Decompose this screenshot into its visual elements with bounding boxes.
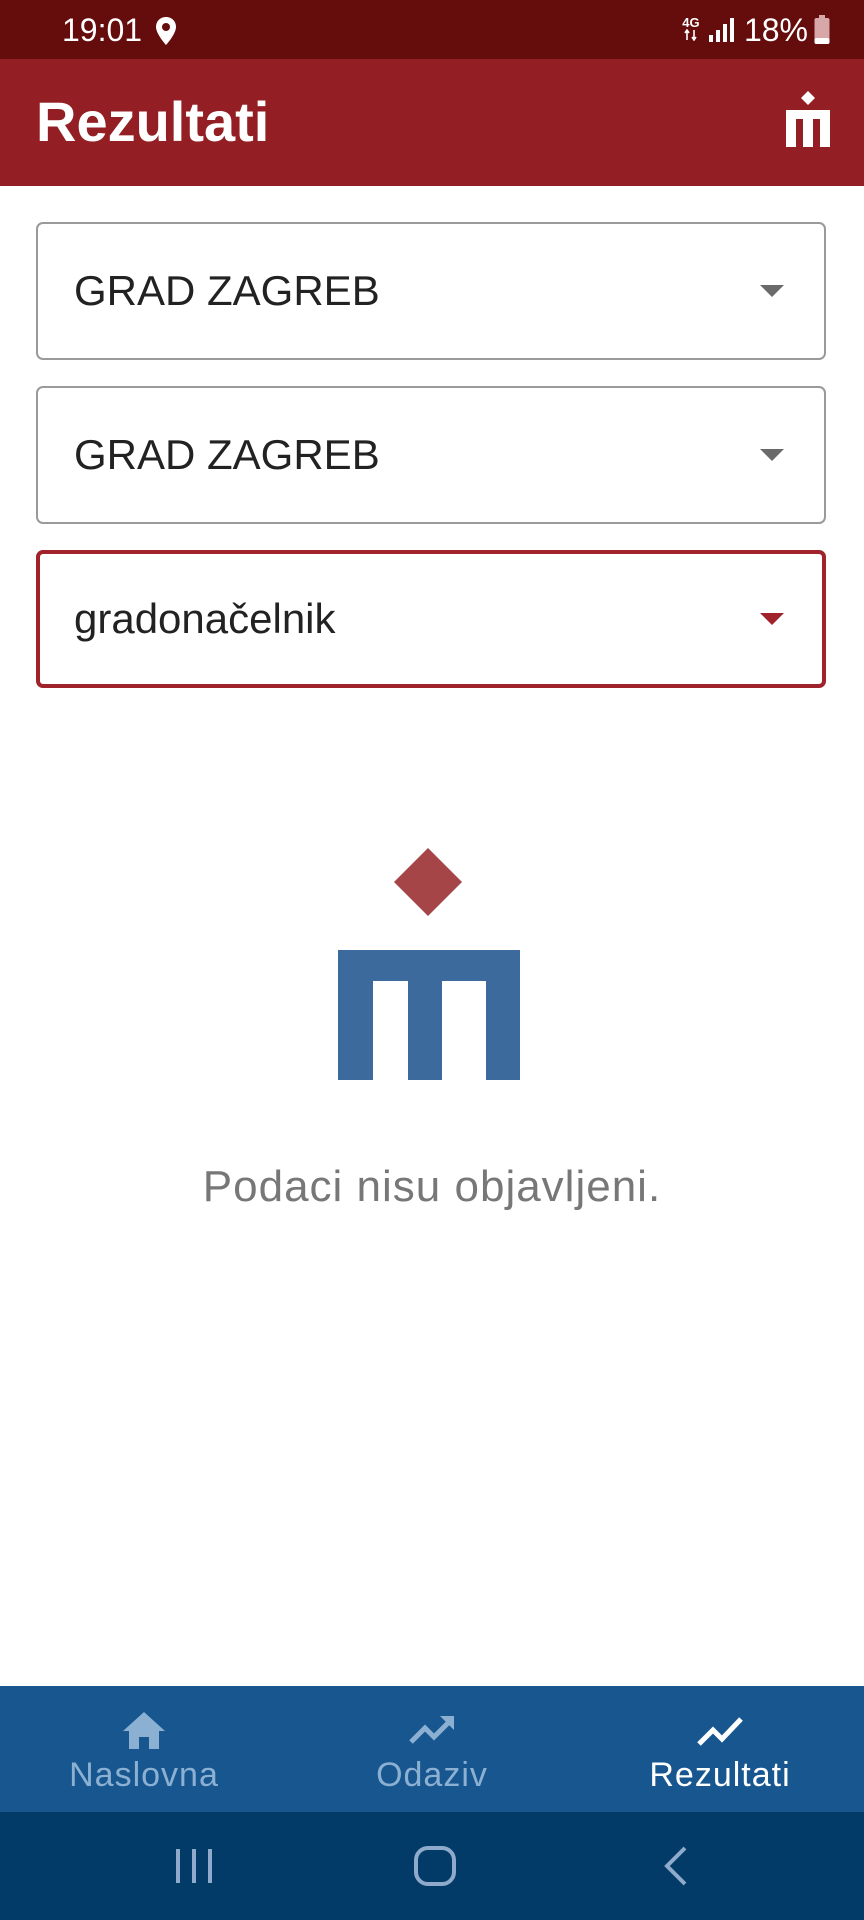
home-icon: [123, 1712, 165, 1749]
empty-state-logo-icon: [338, 848, 520, 1080]
signal-icon: [708, 18, 734, 42]
city-dropdown[interactable]: GRAD ZAGREB: [36, 386, 826, 524]
back-icon: [664, 1846, 687, 1886]
back-button[interactable]: [648, 1812, 704, 1920]
election-type-dropdown-value: gradonačelnik: [74, 595, 336, 642]
location-icon: [156, 17, 176, 45]
battery-icon: [814, 15, 830, 44]
nav-label-rezultati: Rezultati: [649, 1756, 791, 1794]
status-time: 19:01: [62, 12, 143, 48]
status-indicators: 4G 18%: [680, 12, 830, 48]
dropdown-arrow-icon: [760, 613, 784, 625]
app-logo-icon: [786, 91, 830, 147]
nav-item-odaziv[interactable]: Odaziv: [288, 1686, 576, 1812]
county-dropdown[interactable]: GRAD ZAGREB: [36, 222, 826, 360]
empty-state-message: Podaci nisu objavljeni.: [202, 1162, 662, 1211]
nav-item-rezultati[interactable]: Rezultati: [576, 1686, 864, 1812]
page-title: Rezultati: [36, 90, 270, 153]
nav-label-naslovna: Naslovna: [69, 1756, 219, 1794]
network-indicator: 4G: [680, 15, 702, 43]
nav-label-odaziv: Odaziv: [376, 1756, 488, 1794]
bottom-navigation: Naslovna Odaziv Rezultati: [0, 1686, 864, 1812]
recent-apps-icon: [176, 1849, 212, 1883]
nav-item-naslovna[interactable]: Naslovna: [0, 1686, 288, 1812]
election-type-dropdown[interactable]: gradonačelnik: [36, 550, 826, 688]
trending-up-icon: [409, 1716, 454, 1744]
app-bar: Rezultati: [0, 59, 864, 186]
battery-percentage: 18%: [743, 12, 808, 48]
county-dropdown-value: GRAD ZAGREB: [74, 267, 380, 314]
dropdown-arrow-icon: [760, 285, 784, 297]
system-navigation-bar: [0, 1812, 864, 1920]
home-button[interactable]: [400, 1812, 470, 1920]
trending-up-icon: [697, 1717, 743, 1746]
dropdown-arrow-icon: [760, 449, 784, 461]
home-circle-icon: [414, 1846, 456, 1886]
city-dropdown-value: GRAD ZAGREB: [74, 431, 380, 478]
recent-apps-button[interactable]: [160, 1812, 228, 1920]
data-arrows-icon: [684, 28, 697, 42]
network-type: 4G: [682, 15, 700, 30]
status-bar: 19:01 4G 18%: [0, 0, 864, 59]
